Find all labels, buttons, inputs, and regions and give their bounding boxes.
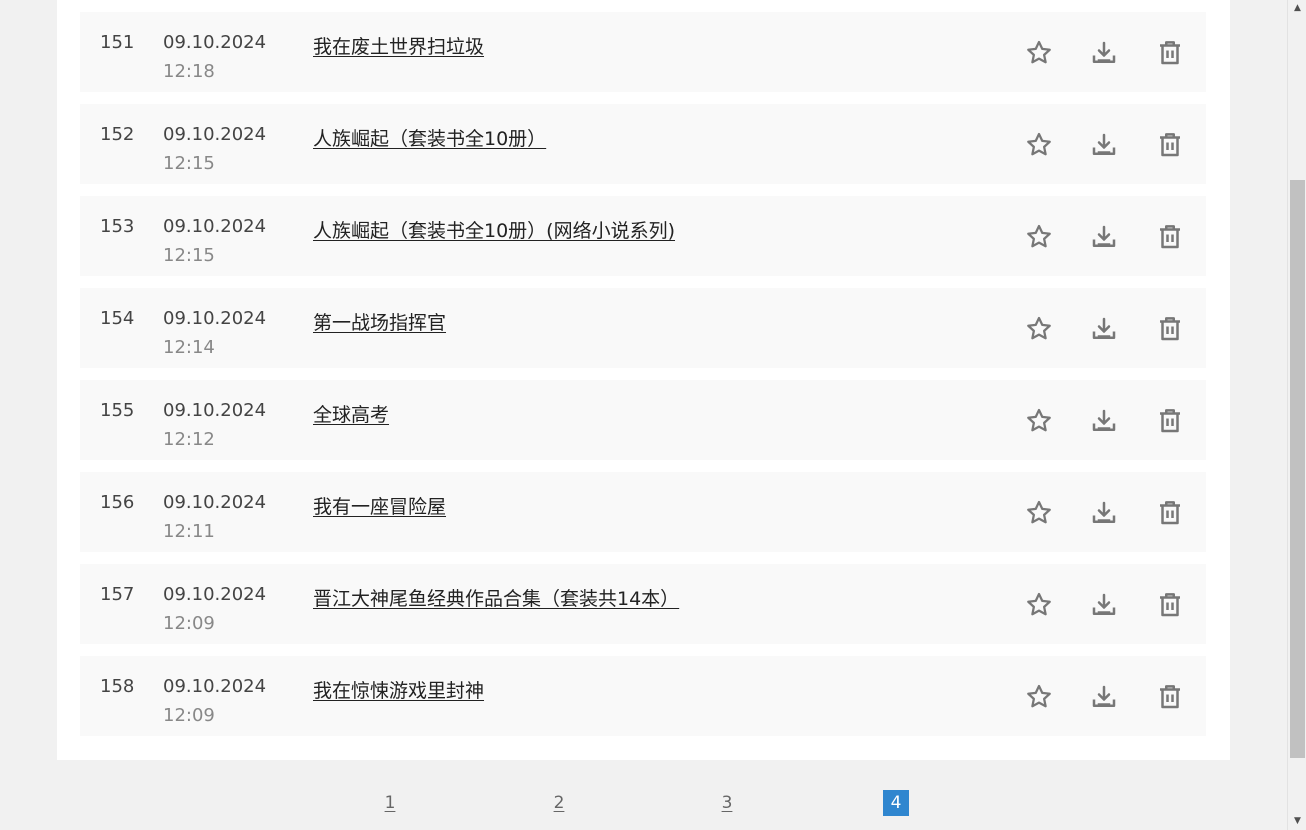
- row-time: 12:12: [163, 429, 215, 450]
- page-link-2[interactable]: 2: [546, 790, 572, 816]
- row-number: 154: [100, 308, 135, 329]
- page-link-3[interactable]: 3: [714, 790, 740, 816]
- scrollbar-thumb[interactable]: [1290, 180, 1305, 758]
- download-icon[interactable]: [1089, 314, 1119, 344]
- favorite-star-icon[interactable]: [1024, 406, 1054, 436]
- table-row: 153 09.10.2024 12:15 人族崛起（套装书全10册）(网络小说系列): [80, 196, 1206, 276]
- table-row: 151 09.10.2024 12:18 我在废土世界扫垃圾: [80, 12, 1206, 92]
- delete-trash-icon[interactable]: [1155, 498, 1185, 528]
- book-title-link[interactable]: 我有一座冒险屋: [313, 492, 446, 519]
- row-date: 09.10.2024: [163, 400, 267, 421]
- row-time: 12:15: [163, 153, 215, 174]
- row-time: 12:18: [163, 61, 215, 82]
- delete-trash-icon[interactable]: [1155, 222, 1185, 252]
- favorite-star-icon[interactable]: [1024, 314, 1054, 344]
- row-number: 155: [100, 400, 135, 421]
- book-title-link[interactable]: 我在废土世界扫垃圾: [313, 32, 484, 59]
- row-time: 12:09: [163, 613, 215, 634]
- row-time: 12:14: [163, 337, 215, 358]
- page-current-4: 4: [883, 790, 909, 816]
- scroll-up-arrow-icon[interactable]: ▲: [1288, 0, 1306, 17]
- delete-trash-icon[interactable]: [1155, 406, 1185, 436]
- row-number: 157: [100, 584, 135, 605]
- book-title-link[interactable]: 全球高考: [313, 400, 389, 427]
- delete-trash-icon[interactable]: [1155, 682, 1185, 712]
- scroll-down-arrow-icon[interactable]: ▼: [1288, 813, 1306, 830]
- row-date: 09.10.2024: [163, 308, 267, 329]
- table-row: 152 09.10.2024 12:15 人族崛起（套装书全10册）: [80, 104, 1206, 184]
- favorite-star-icon[interactable]: [1024, 38, 1054, 68]
- book-title-link[interactable]: 人族崛起（套装书全10册）: [313, 124, 546, 151]
- download-icon[interactable]: [1089, 590, 1119, 620]
- book-title-link[interactable]: 晋江大神尾鱼经典作品合集（套装共14本）: [313, 584, 679, 611]
- favorite-star-icon[interactable]: [1024, 222, 1054, 252]
- download-icon[interactable]: [1089, 498, 1119, 528]
- favorite-star-icon[interactable]: [1024, 682, 1054, 712]
- table-row: 158 09.10.2024 12:09 我在惊悚游戏里封神: [80, 656, 1206, 736]
- download-icon[interactable]: [1089, 682, 1119, 712]
- download-icon[interactable]: [1089, 38, 1119, 68]
- delete-trash-icon[interactable]: [1155, 314, 1185, 344]
- download-icon[interactable]: [1089, 130, 1119, 160]
- row-date: 09.10.2024: [163, 676, 267, 697]
- vertical-scrollbar[interactable]: ▲ ▼: [1287, 0, 1306, 830]
- download-icon[interactable]: [1089, 406, 1119, 436]
- pagination: 1 2 3 4: [0, 790, 1287, 816]
- delete-trash-icon[interactable]: [1155, 590, 1185, 620]
- row-time: 12:11: [163, 521, 215, 542]
- row-date: 09.10.2024: [163, 32, 267, 53]
- row-time: 12:15: [163, 245, 215, 266]
- row-time: 12:09: [163, 705, 215, 726]
- table-row: 155 09.10.2024 12:12 全球高考: [80, 380, 1206, 460]
- row-date: 09.10.2024: [163, 492, 267, 513]
- row-number: 156: [100, 492, 135, 513]
- book-title-link[interactable]: 第一战场指挥官: [313, 308, 446, 335]
- delete-trash-icon[interactable]: [1155, 130, 1185, 160]
- table-row: 157 09.10.2024 12:09 晋江大神尾鱼经典作品合集（套装共14本）: [80, 564, 1206, 644]
- book-title-link[interactable]: 我在惊悚游戏里封神: [313, 676, 484, 703]
- row-number: 152: [100, 124, 135, 145]
- row-number: 158: [100, 676, 135, 697]
- favorite-star-icon[interactable]: [1024, 498, 1054, 528]
- table-row: 154 09.10.2024 12:14 第一战场指挥官: [80, 288, 1206, 368]
- row-number: 151: [100, 32, 135, 53]
- row-date: 09.10.2024: [163, 584, 267, 605]
- book-title-link[interactable]: 人族崛起（套装书全10册）(网络小说系列): [313, 216, 675, 243]
- row-date: 09.10.2024: [163, 216, 267, 237]
- favorite-star-icon[interactable]: [1024, 590, 1054, 620]
- delete-trash-icon[interactable]: [1155, 38, 1185, 68]
- page-link-1[interactable]: 1: [377, 790, 403, 816]
- table-row: 156 09.10.2024 12:11 我有一座冒险屋: [80, 472, 1206, 552]
- row-date: 09.10.2024: [163, 124, 267, 145]
- page: 151 09.10.2024 12:18 我在废土世界扫垃圾 152 09.10.2024…: [0, 0, 1287, 830]
- download-icon[interactable]: [1089, 222, 1119, 252]
- favorite-star-icon[interactable]: [1024, 130, 1054, 160]
- row-number: 153: [100, 216, 135, 237]
